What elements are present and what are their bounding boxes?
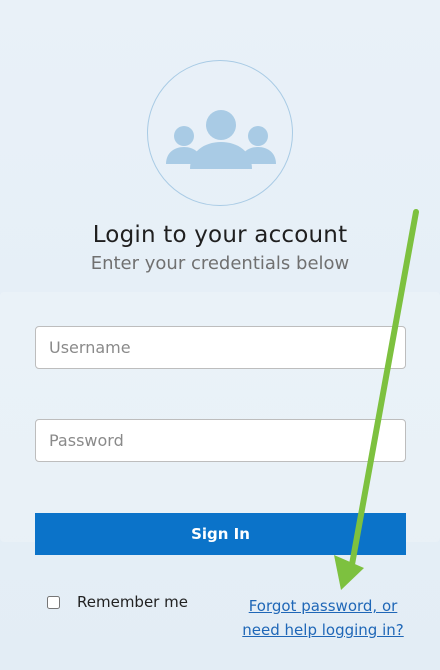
forgot-password-line-2[interactable]: need help logging in? bbox=[242, 621, 403, 639]
password-input[interactable] bbox=[35, 419, 406, 462]
page-title: Login to your account bbox=[92, 222, 348, 248]
remember-me-checkbox[interactable] bbox=[47, 595, 60, 609]
sign-in-button[interactable]: Sign In bbox=[35, 513, 406, 555]
username-input[interactable] bbox=[35, 326, 406, 369]
forgot-password-line-1[interactable]: Forgot password, or bbox=[249, 597, 398, 615]
remember-me[interactable]: Remember me bbox=[47, 593, 188, 611]
users-group-icon bbox=[166, 110, 276, 169]
avatar bbox=[147, 60, 293, 206]
forgot-password-link[interactable]: Forgot password, or need help logging in… bbox=[238, 594, 408, 642]
page-subtitle: Enter your credentials below bbox=[90, 253, 350, 274]
remember-me-label: Remember me bbox=[77, 593, 188, 611]
